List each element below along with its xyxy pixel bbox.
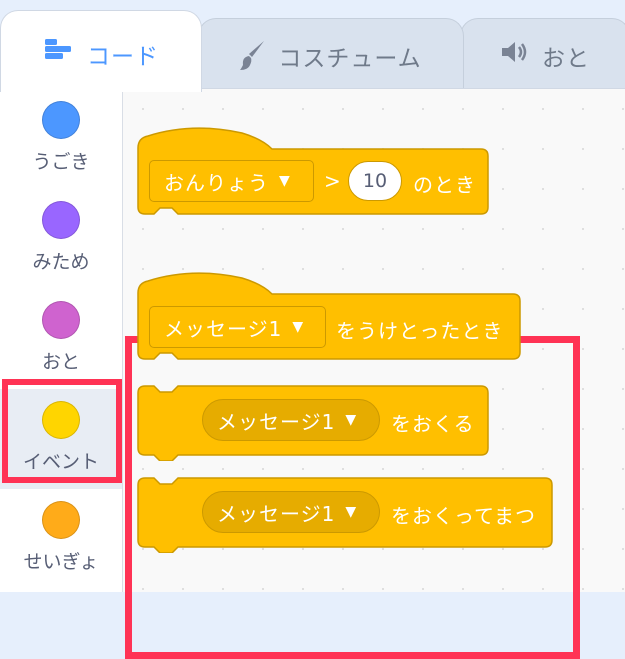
loudness-dropdown[interactable]: おんりょう ▼ [149,160,314,202]
category-sound[interactable]: おと [0,289,122,389]
broadcast-wait-message-dropdown[interactable]: メッセージ1 ▼ [202,491,380,533]
category-motion[interactable]: うごき [0,89,122,189]
threshold-input[interactable]: 10 [348,161,402,201]
category-looks[interactable]: みため [0,189,122,289]
category-looks-label: みため [32,251,90,273]
when-loudness-greater-block[interactable]: おんりょう ▼ > 10 のとき [137,127,492,217]
tab-code[interactable]: コード [0,10,202,92]
message-dropdown-label: メッセージ1 [164,316,283,341]
category-events-label: イベント [22,451,99,473]
greater-than-operator: > [324,169,342,193]
broadcast-message-dropdown[interactable]: メッセージ1 ▼ [202,399,380,441]
broadcast-message-label: メッセージ1 [217,409,336,434]
loudness-dropdown-label: おんりょう [164,170,269,195]
broadcast-wait-suffix: をおくってまつ [391,504,536,528]
events-color-dot [42,401,80,439]
chevron-down-icon: ▼ [345,504,358,520]
category-motion-label: うごき [32,151,90,173]
broadcast-and-wait-block[interactable]: メッセージ1 ▼ をおくってまつ [137,477,557,553]
control-color-dot [42,501,80,539]
chevron-down-icon: ▼ [345,412,358,428]
tab-sounds[interactable]: おと [460,18,625,90]
category-control-label: せいぎょ [23,551,99,573]
motion-color-dot [42,101,80,139]
sound-color-dot [42,301,80,339]
speaker-icon [500,39,530,65]
when-receive-suffix: をうけとったとき [336,319,504,343]
looks-color-dot [42,201,80,239]
broadcast-wait-message-label: メッセージ1 [217,501,336,526]
category-menu: うごき みため おと イベント せいぎょ [0,89,123,592]
brush-icon [240,39,266,71]
when-greater-suffix: のとき [413,173,476,197]
tab-costumes[interactable]: コスチューム [198,18,464,90]
message-dropdown[interactable]: メッセージ1 ▼ [149,306,326,348]
tab-code-label: コード [87,44,159,70]
tab-sounds-label: おと [542,46,590,72]
broadcast-block[interactable]: メッセージ1 ▼ をおくる [137,385,492,461]
chevron-down-icon: ▼ [292,319,305,335]
category-sound-label: おと [41,351,80,373]
threshold-value: 10 [362,170,388,192]
code-icon [43,37,75,61]
chevron-down-icon: ▼ [279,173,291,189]
broadcast-suffix: をおくる [391,412,475,436]
code-panel: うごき みため おと イベント せいぎょ おんりょう ▼ > 10 のとき メッ… [0,88,625,659]
tab-costumes-label: コスチューム [278,46,422,72]
when-i-receive-block[interactable]: メッセージ1 ▼ をうけとったとき [137,272,524,362]
category-control[interactable]: せいぎょ [0,489,122,589]
category-events[interactable]: イベント [0,389,122,489]
